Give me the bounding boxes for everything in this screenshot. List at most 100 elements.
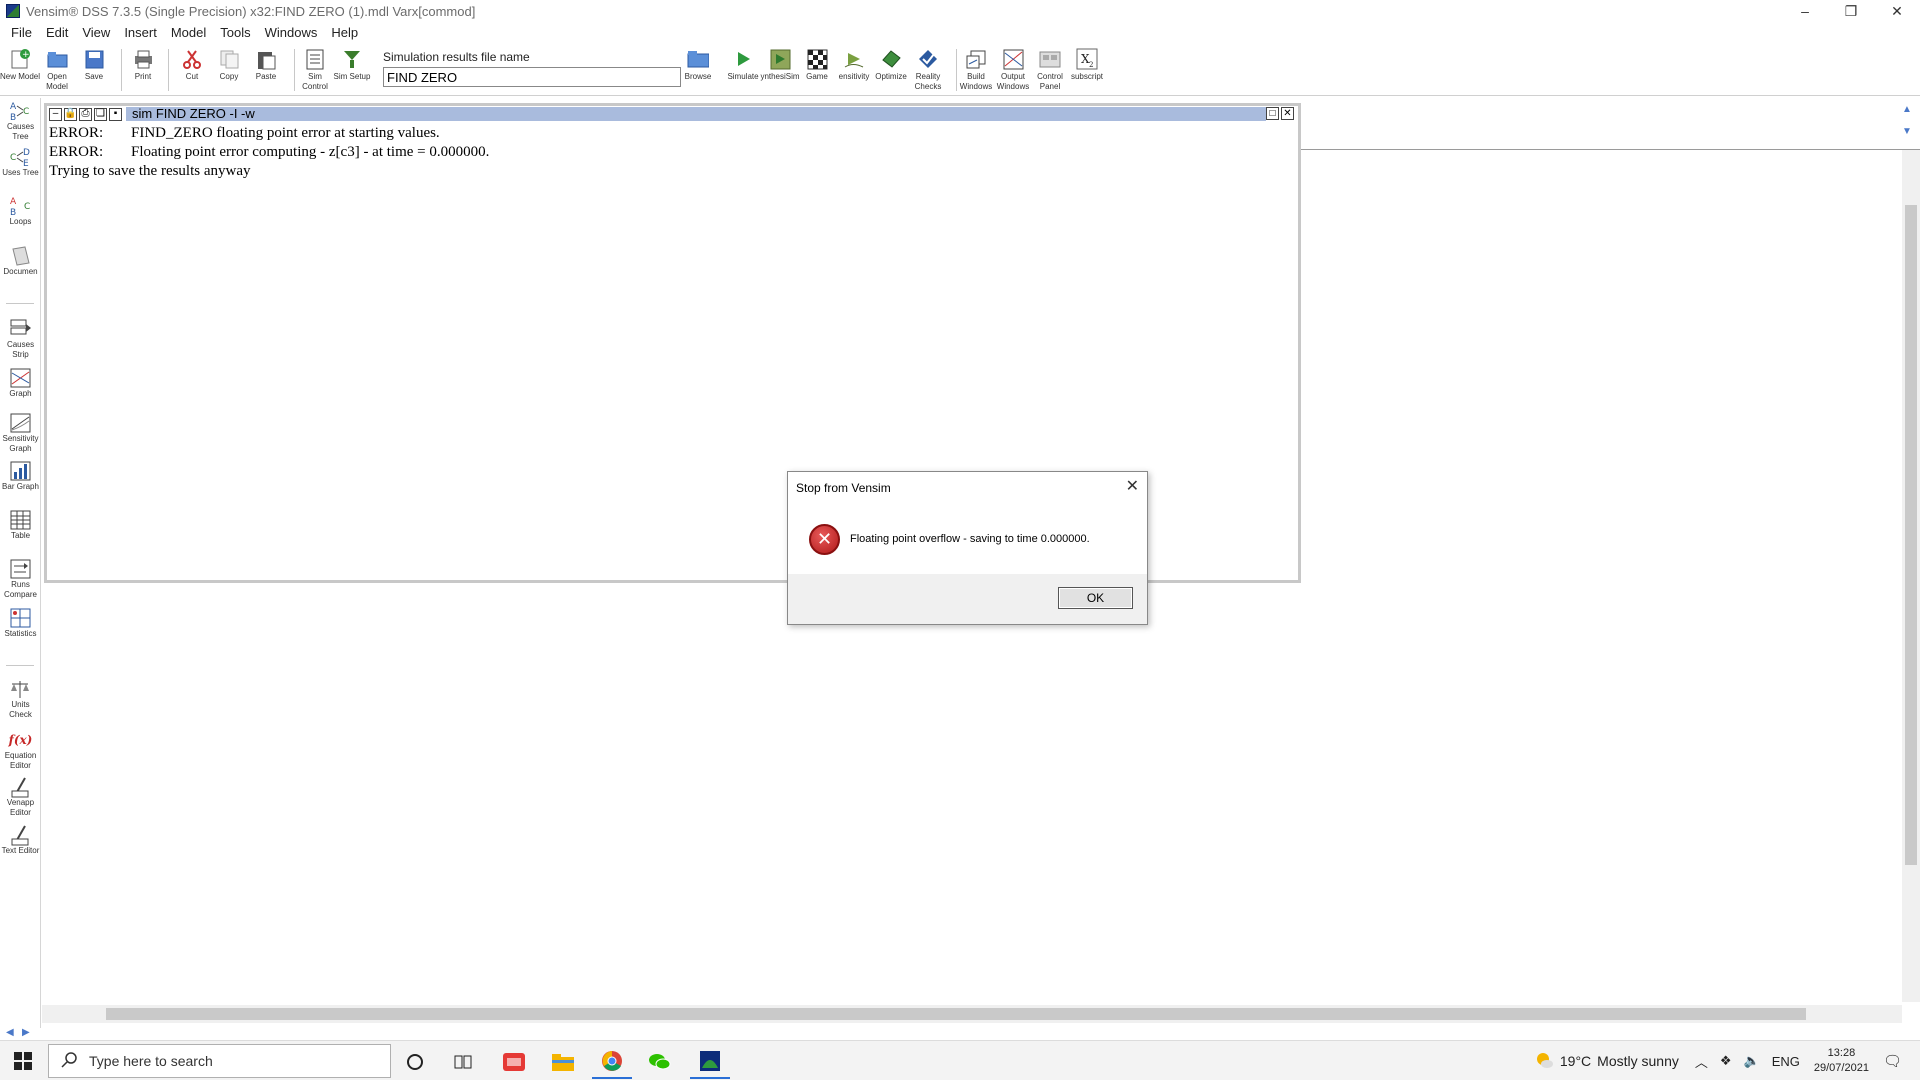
save-small-icon[interactable]: ▪	[109, 107, 122, 121]
nav-left-icon[interactable]: ◀	[6, 1027, 14, 1038]
print-button[interactable]: Print	[125, 47, 161, 95]
table-button[interactable]: Table	[0, 509, 41, 541]
statistics-button[interactable]: Statistics	[0, 607, 41, 639]
file-explorer-icon[interactable]	[543, 1045, 583, 1079]
sensitivity-icon	[842, 47, 866, 71]
nav-right-icon[interactable]: ▶	[22, 1027, 30, 1038]
simulate-button[interactable]: Simulate	[725, 47, 761, 95]
document-icon	[9, 245, 33, 267]
text-editor-button[interactable]: Text Editor	[0, 824, 41, 856]
menu-windows[interactable]: Windows	[258, 25, 325, 40]
subscript-button[interactable]: X2 subscript	[1069, 47, 1105, 95]
svg-text:C: C	[10, 153, 16, 163]
units-check-button[interactable]: Units Check	[0, 678, 41, 720]
chevron-up-icon[interactable]: ︿	[1695, 1052, 1708, 1071]
output-windows-button[interactable]: Output Windows	[995, 47, 1031, 95]
menu-model[interactable]: Model	[164, 25, 213, 40]
svg-text:B: B	[10, 208, 16, 217]
close-button[interactable]: ✕	[1874, 0, 1920, 22]
build-windows-button[interactable]: Build Windows	[958, 47, 994, 95]
ok-button[interactable]: OK	[1058, 587, 1133, 609]
vertical-scroll-thumb[interactable]	[1905, 205, 1917, 865]
copy-small-icon[interactable]: ❏	[94, 107, 107, 121]
menu-edit[interactable]: Edit	[39, 25, 75, 40]
menu-view[interactable]: View	[75, 25, 117, 40]
venapp-editor-button[interactable]: Venapp Editor	[0, 776, 41, 818]
chrome-icon[interactable]	[592, 1045, 632, 1079]
causes-tree-button[interactable]: ABC Causes Tree	[0, 100, 41, 142]
bar-graph-button[interactable]: Bar Graph	[0, 460, 41, 492]
close-icon[interactable]: ✕	[1281, 107, 1294, 120]
scales-icon	[9, 678, 33, 700]
sensitivity-button[interactable]: ensitivity	[836, 47, 872, 95]
paste-button[interactable]: Paste	[248, 47, 284, 95]
menu-bar: File Edit View Insert Model Tools Window…	[0, 22, 1920, 42]
dialog-close-icon[interactable]: ✕	[1126, 476, 1139, 496]
speaker-icon[interactable]: 🔈	[1744, 1053, 1760, 1069]
menu-insert[interactable]: Insert	[117, 25, 164, 40]
scroll-down-arrow[interactable]: ▼	[1902, 126, 1912, 137]
new-model-button[interactable]: + New Model	[0, 47, 40, 95]
cortana-icon[interactable]	[395, 1045, 435, 1079]
minimize-button[interactable]: –	[1782, 0, 1828, 22]
cut-button[interactable]: Cut	[174, 47, 210, 95]
runs-compare-button[interactable]: Runs Compare	[0, 558, 41, 600]
loops-button[interactable]: ABC Loops	[0, 195, 41, 227]
uses-tree-button[interactable]: CDE Uses Tree	[0, 146, 41, 178]
synthesim-icon	[768, 47, 792, 71]
sensitivity-graph-button[interactable]: Sensitivity Graph	[0, 412, 41, 454]
maximize-icon[interactable]: □	[1266, 107, 1279, 120]
sim-setup-button[interactable]: Sim Setup	[334, 47, 370, 95]
sensitivity-graph-icon	[9, 412, 33, 434]
clock-time: 13:28	[1827, 1047, 1856, 1059]
control-panel-button[interactable]: Control Panel	[1032, 47, 1068, 95]
graph-button[interactable]: Graph	[0, 367, 41, 399]
browse-button[interactable]: Browse	[680, 47, 716, 95]
save-icon	[82, 47, 106, 71]
minimize-icon[interactable]: –	[49, 107, 62, 121]
weather-widget[interactable]: 19°C Mostly sunny	[1534, 1050, 1679, 1073]
sim-results-filename-input[interactable]	[383, 67, 681, 87]
document-button[interactable]: Documen	[0, 245, 41, 277]
reality-checks-button[interactable]: Reality Checks	[910, 47, 946, 95]
task-view-icon[interactable]	[443, 1045, 483, 1079]
optimize-button[interactable]: Optimize	[873, 47, 909, 95]
causes-strip-button[interactable]: Causes Strip	[0, 318, 41, 360]
wechat-icon[interactable]	[640, 1045, 680, 1079]
synthesim-button[interactable]: ynthesiSim	[760, 47, 800, 95]
stop-dialog: Stop from Vensim ✕ ✕ Floating point over…	[787, 471, 1148, 625]
windows-start-icon[interactable]	[0, 1041, 46, 1080]
game-button[interactable]: Game	[799, 47, 835, 95]
print-icon	[131, 47, 155, 71]
equation-editor-button[interactable]: f(x) Equation Editor	[0, 729, 41, 771]
horizontal-scroll-thumb[interactable]	[106, 1008, 1806, 1020]
taskbar-search[interactable]: Type here to search	[48, 1044, 391, 1078]
red-app-icon[interactable]	[494, 1045, 534, 1079]
menu-tools[interactable]: Tools	[213, 25, 257, 40]
dialog-title: Stop from Vensim	[796, 481, 891, 495]
restore-button[interactable]: ❐	[1828, 0, 1874, 22]
lock-icon[interactable]: 🔒	[64, 107, 77, 121]
statistics-icon	[9, 607, 33, 629]
print-small-icon[interactable]: ⎙	[79, 107, 92, 121]
language-indicator[interactable]: ENG	[1772, 1054, 1800, 1069]
scroll-up-arrow[interactable]: ▲	[1902, 104, 1912, 115]
copy-button[interactable]: Copy	[211, 47, 247, 95]
notification-icon[interactable]: 🗨	[1883, 1052, 1902, 1070]
loops-icon: ABC	[9, 195, 33, 217]
output-windows-icon	[1001, 47, 1025, 71]
open-model-button[interactable]: Open Model	[39, 47, 75, 95]
svg-text:C: C	[24, 202, 30, 212]
save-button[interactable]: Save	[76, 47, 112, 95]
horizontal-scrollbar[interactable]	[42, 1005, 1902, 1023]
text-editor-icon	[9, 824, 33, 846]
vensim-taskbar-icon[interactable]	[690, 1045, 730, 1079]
dropbox-icon[interactable]: ❖	[1720, 1053, 1732, 1069]
sim-control-button[interactable]: Sim Control	[297, 47, 333, 95]
vertical-scrollbar[interactable]	[1902, 150, 1920, 1002]
menu-file[interactable]: File	[4, 25, 39, 40]
graph-icon	[9, 367, 33, 389]
clock[interactable]: 13:28 29/07/2021	[1814, 1046, 1869, 1076]
menu-help[interactable]: Help	[324, 25, 365, 40]
paste-icon	[254, 47, 278, 71]
